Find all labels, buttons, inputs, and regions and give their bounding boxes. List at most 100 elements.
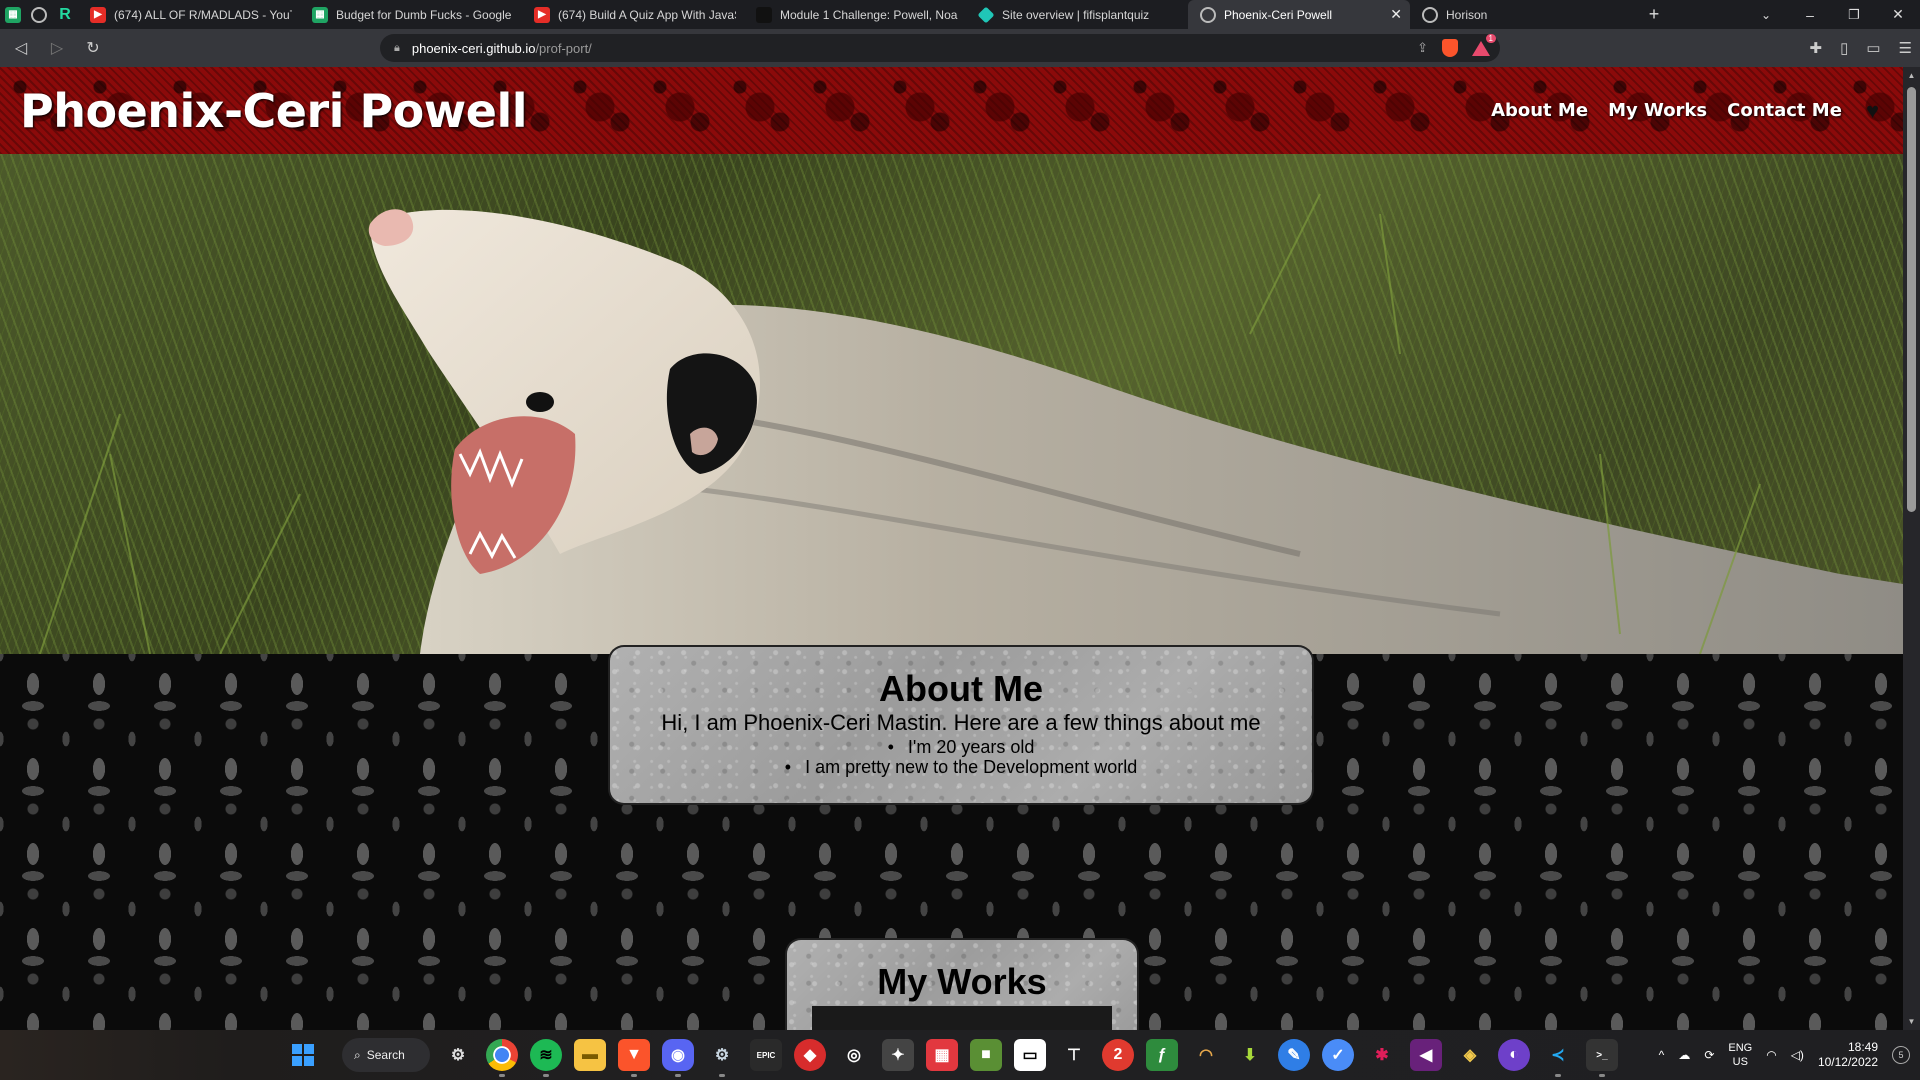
visual-studio-icon[interactable]: ◀ — [1410, 1039, 1442, 1071]
page-scrollbar[interactable]: ▲ ▼ — [1903, 67, 1920, 1030]
tab-label: (674) ALL OF R/MADLADS - YouTube — [114, 7, 292, 22]
hero-image — [0, 154, 1903, 654]
about-intro: Hi, I am Phoenix-Ceri Mastin. Here are a… — [661, 710, 1261, 735]
rewards-badge: 1 — [1485, 34, 1496, 43]
terminal-icon[interactable]: >_ — [1586, 1039, 1618, 1077]
tab-label: Site overview | fifisplantquiz — [1002, 7, 1150, 22]
menu-icon[interactable]: ☰ — [1899, 39, 1912, 57]
overlay-icon[interactable]: ▭ — [1014, 1039, 1046, 1071]
minimize-button[interactable]: – — [1788, 0, 1832, 29]
url-path: /prof-port/ — [535, 40, 592, 56]
game-icon[interactable]: ✦ — [882, 1039, 914, 1071]
scroll-up-arrow-icon[interactable]: ▲ — [1903, 67, 1920, 84]
nav-about-me[interactable]: About Me — [1491, 100, 1588, 121]
volume-icon[interactable]: ◁) — [1791, 1048, 1804, 1062]
tab-strip-spacer — [1676, 0, 1744, 29]
steam-icon[interactable]: ⚙ — [706, 1039, 738, 1077]
cloud-icon[interactable]: ☁ — [1678, 1048, 1690, 1062]
lang-top: ENG — [1728, 1042, 1753, 1054]
reload-button[interactable]: ↻ — [78, 33, 108, 63]
tab-netlify[interactable]: Site overview | fifisplantquiz — [966, 0, 1188, 29]
url-host: phoenix-ceri.github.io — [411, 40, 536, 56]
language-indicator[interactable]: ENG US — [1728, 1041, 1752, 1069]
download-icon[interactable]: ⬇ — [1234, 1039, 1266, 1071]
close-icon[interactable]: ✕ — [1390, 6, 1402, 23]
window-close-button[interactable]: ✕ — [1876, 0, 1920, 29]
minecraft-icon[interactable]: ■ — [970, 1039, 1002, 1071]
sheets-icon: ▦ — [312, 6, 328, 23]
game-launcher-icon[interactable]: ◆ — [794, 1039, 826, 1071]
address-bar-actions: ⇪ 1 — [1417, 34, 1496, 62]
about-heading: About Me — [879, 668, 1043, 709]
discord-icon[interactable]: ◉ — [662, 1039, 694, 1077]
tab-search-chevron-icon[interactable]: ⌄ — [1744, 0, 1788, 29]
vscode-icon[interactable]: ≺ — [1542, 1039, 1574, 1077]
tab-label: (674) Build A Quiz App With JavaScript — [558, 7, 736, 22]
settings-gear-icon[interactable]: ⚙ — [442, 1039, 474, 1071]
globe-icon — [1200, 6, 1216, 23]
address-bar[interactable]: 🔒︎ phoenix-ceri.github.io/prof-port/ ⇪ 1 — [380, 34, 1500, 62]
tab-horison[interactable]: Horison — [1410, 0, 1632, 29]
about-fact: I'm 20 years old — [610, 737, 1312, 757]
nav-contact-me[interactable]: Contact Me — [1727, 100, 1842, 121]
tab-pinned-r[interactable]: R — [52, 0, 78, 29]
globe-icon — [1422, 6, 1438, 23]
chrome-icon[interactable] — [486, 1039, 518, 1077]
ubisoft-icon[interactable]: ◎ — [838, 1039, 870, 1071]
netlify-icon — [977, 6, 995, 23]
github-icon[interactable]: ◐ — [1498, 1039, 1530, 1071]
tab-madlads[interactable]: ▶ (674) ALL OF R/MADLADS - YouTube — [78, 0, 300, 29]
brave-shields-icon[interactable] — [1442, 39, 1458, 57]
slack-icon[interactable]: ✱ — [1366, 1039, 1398, 1071]
wallet-icon[interactable]: ▭ — [1866, 39, 1880, 57]
youtube-icon: ▶ — [90, 6, 106, 23]
nav-my-works[interactable]: My Works — [1608, 100, 1707, 121]
sheets-icon: ▦ — [5, 6, 21, 23]
sidebar-icon[interactable]: ▯ — [1840, 39, 1848, 57]
new-tab-button[interactable]: + — [1632, 0, 1676, 29]
file-explorer-icon[interactable]: ▬ — [574, 1039, 606, 1071]
app-2-icon[interactable]: 2 — [1102, 1039, 1134, 1071]
taskbar-apps: ⚙ ≋ ▬ ▼ ◉ ⚙ EPIC ◆ ◎ ✦ ▦ ■ ▭ ⊤ 2 ƒ ◠ ⬇ ✎… — [442, 1039, 1618, 1077]
bread-icon[interactable]: ◠ — [1190, 1039, 1222, 1071]
tab-label: Phoenix-Ceri Powell — [1224, 7, 1333, 22]
tab-budget[interactable]: ▦ Budget for Dumb Fucks - Google Sheets — [300, 0, 522, 29]
paint-icon[interactable]: ✎ — [1278, 1039, 1310, 1071]
scrollbar-thumb[interactable] — [1907, 87, 1916, 512]
chevron-up-icon[interactable]: ^ — [1659, 1048, 1665, 1062]
script-app-icon[interactable]: ƒ — [1146, 1039, 1178, 1071]
tab-quiz-app[interactable]: ▶ (674) Build A Quiz App With JavaScript — [522, 0, 744, 29]
browser-toolbar: ◁ ▷ ↻ ⚐ 🔒︎ phoenix-ceri.github.io/prof-p… — [0, 29, 1920, 67]
extensions-icon[interactable]: ✚ — [1810, 39, 1823, 57]
about-fact: I am pretty new to the Development world — [610, 757, 1312, 777]
spotify-icon[interactable]: ≋ — [530, 1039, 562, 1077]
taskbar-search[interactable]: ⌕ Search — [342, 1038, 430, 1072]
works-preview[interactable] — [812, 1006, 1112, 1030]
tab-module-challenge[interactable]: Module 1 Challenge: Powell, Noah — [744, 0, 966, 29]
tab-phoenix-ceri[interactable]: Phoenix-Ceri Powell ✕ — [1188, 0, 1410, 29]
tab-pinned-globe[interactable] — [26, 0, 52, 29]
clock-date: 10/12/2022 — [1817, 1055, 1878, 1069]
tool-icon[interactable]: ⊤ — [1058, 1039, 1090, 1071]
controller-app-icon[interactable]: ▦ — [926, 1039, 958, 1071]
scroll-down-arrow-icon[interactable]: ▼ — [1903, 1013, 1920, 1030]
tab-label: Budget for Dumb Fucks - Google Sheets — [336, 7, 514, 22]
sync-icon[interactable]: ⟳ — [1704, 1048, 1714, 1062]
clock[interactable]: 18:49 10/12/2022 — [1818, 1040, 1878, 1070]
messenger-icon[interactable]: ✓ — [1322, 1039, 1354, 1071]
search-label: Search — [366, 1048, 405, 1062]
git-client-icon[interactable]: ◈ — [1454, 1039, 1486, 1071]
epic-games-icon[interactable]: EPIC — [750, 1039, 782, 1071]
restore-button[interactable]: ❐ — [1832, 0, 1876, 29]
tab-pinned-sheets[interactable]: ▦ — [0, 0, 26, 29]
wifi-icon[interactable]: ◠ — [1766, 1048, 1776, 1062]
brave-icon[interactable]: ▼ — [618, 1039, 650, 1077]
back-button[interactable]: ◁ — [6, 33, 36, 63]
tab-label: Horison — [1446, 7, 1488, 22]
forward-button[interactable]: ▷ — [42, 33, 72, 63]
notification-badge[interactable]: 5 — [1892, 1046, 1910, 1064]
windows-start-icon[interactable] — [292, 1044, 314, 1066]
share-icon[interactable]: ⇪ — [1417, 40, 1428, 56]
page-viewport: Phoenix-Ceri Powell About Me My Works Co… — [0, 67, 1903, 1030]
brave-rewards-icon[interactable]: 1 — [1472, 34, 1496, 56]
